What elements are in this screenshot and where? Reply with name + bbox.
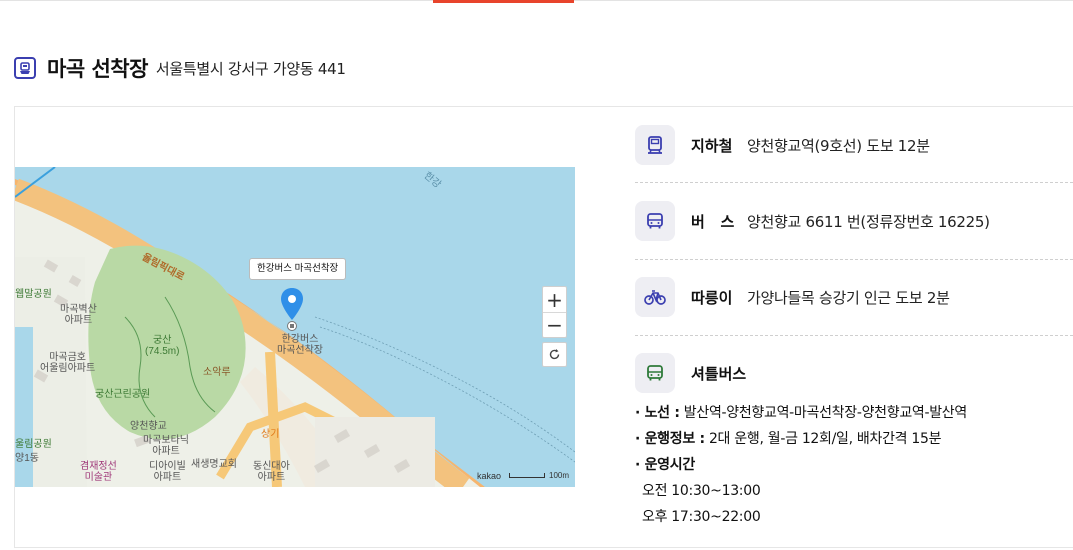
- row-divider: [635, 259, 1073, 260]
- map-scale-label: 100m: [549, 471, 570, 480]
- place-label: 울림공원: [15, 439, 52, 450]
- page-address: 서울특별시 강서구 가양동 441: [155, 59, 346, 78]
- place-label: 마곡벽산 아파트: [60, 304, 97, 326]
- page-title: 마곡 선착장: [47, 57, 148, 81]
- place-label: 상기: [261, 429, 280, 440]
- bike-row: 따릉이 가양나들목 승강기 인근 도보 2분: [635, 277, 1073, 317]
- place-label: 궁산 (74.5m): [145, 335, 180, 357]
- place-label: 디아이빌 아파트: [149, 461, 186, 483]
- map-attribution: kakao: [477, 471, 502, 481]
- place-label: 궁산근린공원: [95, 389, 151, 400]
- transit-label: 버 스: [691, 212, 735, 231]
- place-label: 양천향교: [130, 421, 167, 432]
- shuttle-hours-morning: 오전 10:30~13:00: [642, 483, 761, 499]
- shuttle-route: · 노선 : 발산역-양천향교역-마곡선착장-양천향교역-발산역: [635, 405, 967, 421]
- location-pin-icon[interactable]: [280, 287, 304, 321]
- row-divider: [635, 335, 1073, 336]
- transit-value: 가양나들목 승강기 인근 도보 2분: [747, 288, 950, 307]
- stop-label: 한강버스 마곡선착장: [277, 334, 323, 356]
- shuttle-hours-afternoon: 오후 17:30~22:00: [642, 509, 761, 525]
- zoom-controls: + −: [542, 286, 567, 338]
- refresh-icon: [549, 349, 560, 360]
- ferry-icon: [14, 57, 36, 79]
- place-label: 마곡보타닉 아파트: [143, 435, 189, 457]
- map-reset-button[interactable]: [542, 342, 567, 367]
- ferry-stop-icon: [287, 321, 297, 331]
- subway-icon: [635, 125, 675, 165]
- transit-label: 지하철: [691, 136, 733, 155]
- transit-label: 따릉이: [691, 288, 733, 307]
- shuttle-operation: · 운행정보 : 2대 운행, 월-금 12회/일, 배차간격 15분: [635, 431, 942, 447]
- shuttle-details: · 노선 : 발산역-양천향교역-마곡선착장-양천향교역-발산역 · 운행정보 …: [635, 402, 1073, 532]
- page-heading: 마곡 선착장 서울특별시 강서구 가양동 441: [14, 53, 346, 83]
- transit-value: 양천향교역(9호선) 도보 12분: [747, 136, 930, 155]
- place-label: 소악루: [203, 367, 231, 378]
- zoom-in-button[interactable]: +: [543, 287, 566, 312]
- shuttle-bus-icon: [635, 353, 675, 393]
- active-tab-indicator: [433, 0, 574, 3]
- transit-value: 양천향교 6611 번(정류장번호 16225): [747, 212, 990, 231]
- bus-row: 버 스 양천향교 6611 번(정류장번호 16225): [635, 201, 1073, 241]
- marker-callout[interactable]: 한강버스 마곡선착장: [249, 258, 347, 280]
- subway-row: 지하철 양천향교역(9호선) 도보 12분: [635, 125, 1073, 165]
- map-scale-bar: [509, 473, 545, 478]
- shuttle-row: 셔틀버스: [635, 353, 1073, 393]
- bus-icon: [635, 201, 675, 241]
- bicycle-icon: [635, 277, 675, 317]
- place-label: 웹말공원: [15, 289, 52, 300]
- place-label: 겸재정선 미술관: [80, 461, 117, 483]
- shuttle-hours-label: · 운영시간: [635, 457, 695, 473]
- place-label: 마곡금호 어울림아파트: [40, 352, 96, 374]
- place-label: 동신대아 아파트: [253, 461, 290, 483]
- zoom-out-button[interactable]: −: [543, 312, 566, 337]
- map-view[interactable]: 올림픽대로 한강 한강버스 마곡선착장 한강버스 마곡선착장 마곡벽산 아파트 웹…: [15, 167, 575, 487]
- row-divider: [635, 182, 1073, 183]
- place-label: 새생명교회: [191, 459, 237, 470]
- transit-label: 셔틀버스: [691, 364, 747, 383]
- place-label: 양1동: [15, 453, 39, 464]
